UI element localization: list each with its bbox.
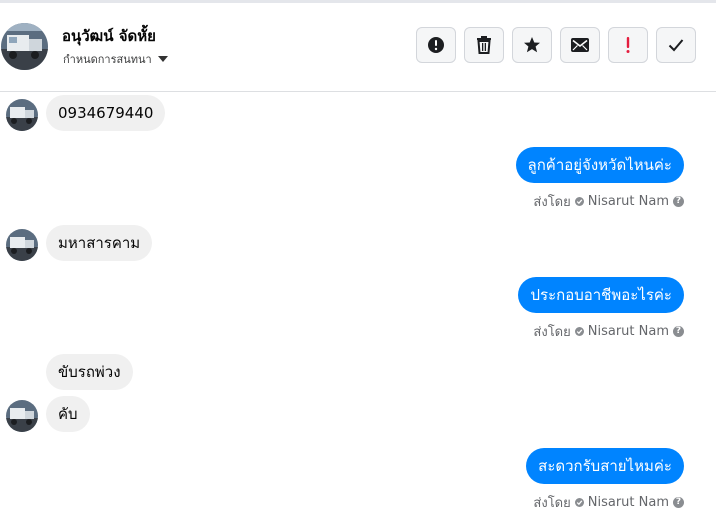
trash-icon bbox=[477, 36, 491, 54]
message-bubble-incoming[interactable]: 0934679440 bbox=[46, 95, 166, 131]
star-icon bbox=[524, 37, 540, 53]
message-bubble-incoming[interactable]: ขับรถพ่วง bbox=[46, 354, 133, 390]
conversation-label-text: กำหนดการสนทนา bbox=[63, 53, 152, 66]
contact-avatar-small bbox=[6, 400, 38, 432]
check-circle-icon bbox=[574, 327, 584, 336]
help-icon[interactable]: ? bbox=[673, 497, 684, 508]
sender-name[interactable]: Nisarut Nam bbox=[588, 495, 669, 510]
message-bubble-outgoing[interactable]: ประกอบอาชีพอะไรค่ะ bbox=[518, 277, 684, 313]
contact-avatar-small bbox=[6, 99, 38, 131]
star-button[interactable] bbox=[512, 27, 552, 63]
report-spam-button[interactable] bbox=[416, 27, 456, 63]
delete-button[interactable] bbox=[464, 27, 504, 63]
follow-up-button[interactable] bbox=[608, 27, 648, 63]
sent-by-label: ส่งโดย bbox=[533, 195, 571, 210]
sender-name[interactable]: Nisarut Nam bbox=[588, 194, 669, 209]
contact-name: อนุวัฒน์ จัดหั้ย bbox=[62, 27, 156, 45]
sent-by-label: ส่งโดย bbox=[533, 496, 571, 511]
sent-by-info: ส่งโดย Nisarut Nam ? bbox=[533, 191, 684, 212]
checkmark-icon bbox=[668, 39, 684, 52]
message-bubble-outgoing[interactable]: ลูกค้าอยู่จังหวัดไหนค่ะ bbox=[515, 147, 684, 183]
conversation-header: อนุวัฒน์ จัดหั้ย กำหนดการสนทนา bbox=[0, 3, 716, 92]
conversation-label-dropdown[interactable]: กำหนดการสนทนา bbox=[63, 50, 168, 68]
envelope-icon bbox=[571, 38, 589, 52]
sent-by-info: ส่งโดย Nisarut Nam ? bbox=[533, 321, 684, 342]
sent-by-label: ส่งโดย bbox=[533, 325, 571, 340]
message-bubble-outgoing[interactable]: สะดวกรับสายไหมค่ะ bbox=[526, 448, 684, 484]
exclamation-icon bbox=[626, 37, 630, 53]
check-circle-icon bbox=[574, 498, 584, 507]
help-icon[interactable]: ? bbox=[673, 326, 684, 337]
mark-unread-button[interactable] bbox=[560, 27, 600, 63]
contact-avatar[interactable] bbox=[1, 23, 48, 70]
message-bubble-incoming[interactable]: มหาสารคาม bbox=[46, 225, 153, 261]
mark-done-button[interactable] bbox=[656, 27, 696, 63]
caret-down-icon bbox=[157, 56, 168, 62]
help-icon[interactable]: ? bbox=[673, 196, 684, 207]
sent-by-info: ส่งโดย Nisarut Nam ? bbox=[533, 492, 684, 513]
sender-name[interactable]: Nisarut Nam bbox=[588, 324, 669, 339]
contact-avatar-small bbox=[6, 229, 38, 261]
message-bubble-incoming[interactable]: คับ bbox=[46, 396, 90, 432]
check-circle-icon bbox=[574, 197, 584, 206]
alert-circle-icon bbox=[428, 37, 444, 53]
